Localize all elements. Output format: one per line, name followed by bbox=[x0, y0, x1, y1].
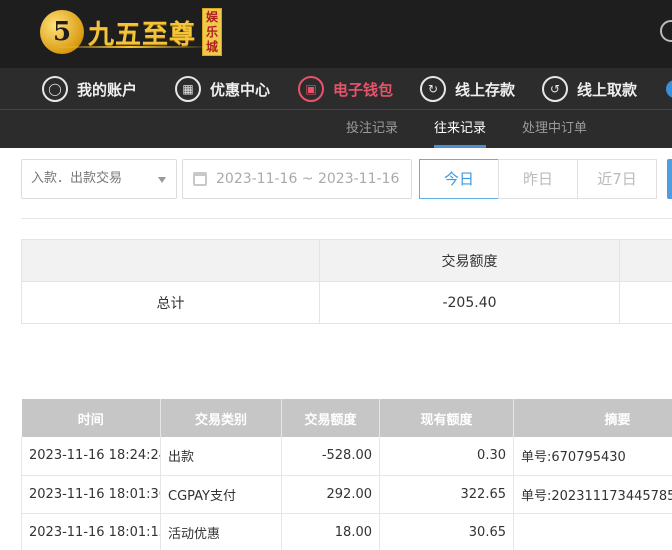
summary-total-extra bbox=[619, 281, 672, 324]
nav-item-label: 电子钱包 bbox=[333, 80, 394, 99]
nav-item-label: 线上取款 bbox=[577, 80, 638, 99]
summary-total-value: -205.40 bbox=[319, 281, 620, 324]
records-table: 时间 交易类别 交易额度 现有额度 摘要 2023-11-16 18:24:24… bbox=[21, 399, 672, 550]
gift-icon: ▦ bbox=[175, 76, 201, 102]
column-header-amount: 交易额度 bbox=[281, 399, 380, 437]
nav-item-my-account[interactable]: ◯ 我的账户 bbox=[42, 75, 137, 103]
range-7days-button[interactable]: 近7日 bbox=[577, 159, 657, 199]
active-tab-indicator bbox=[434, 145, 487, 148]
range-today-button[interactable]: 今日 bbox=[419, 159, 499, 199]
nav-item-online-deposit[interactable]: ↻ 线上存款 bbox=[420, 75, 515, 103]
nav-item-e-wallet[interactable]: ▣ 电子钱包 bbox=[298, 75, 393, 103]
nav-item-label: 优惠中心 bbox=[210, 80, 271, 99]
table-row: 2023-11-16 18:01:15 活动优惠 18.00 30.65 bbox=[21, 513, 672, 550]
nav-item-promotions[interactable]: ▦ 优惠中心 bbox=[175, 75, 270, 103]
cell-amount: -528.00 bbox=[281, 437, 380, 476]
cell-amount: 18.00 bbox=[281, 513, 380, 550]
search-button[interactable] bbox=[667, 159, 672, 199]
cell-note bbox=[513, 513, 672, 550]
logo-badge: 娱乐城 bbox=[202, 8, 223, 56]
site-logo[interactable]: 5 九五至尊 娱乐城 bbox=[40, 8, 223, 56]
calendar-icon bbox=[193, 172, 207, 186]
column-header-type: 交易类别 bbox=[160, 399, 282, 437]
summary-total-label: 总计 bbox=[21, 281, 320, 324]
cell-type: CGPAY支付 bbox=[160, 475, 282, 514]
main-nav: ◯ 我的账户 ▦ 优惠中心 ▣ 电子钱包 ↻ 线上存款 ↺ 线上取款 bbox=[0, 68, 672, 110]
cell-note: 单号:2023111734457858 bbox=[513, 475, 672, 514]
column-header-time: 时间 bbox=[21, 399, 161, 437]
date-range-value: 2023-11-16 ~ 2023-11-16 bbox=[216, 171, 400, 187]
summary-header-amount: 交易额度 bbox=[319, 239, 620, 282]
wallet-icon: ▣ bbox=[298, 76, 324, 102]
summary-total-row: 总计 -205.40 bbox=[21, 281, 672, 324]
column-header-note: 摘要 bbox=[513, 399, 672, 437]
nav-item-label: 我的账户 bbox=[77, 80, 138, 99]
cell-balance: 0.30 bbox=[379, 437, 514, 476]
date-range-picker[interactable]: 2023-11-16 ~ 2023-11-16 bbox=[182, 159, 412, 199]
cell-time: 2023-11-16 18:24:24 bbox=[21, 437, 161, 476]
summary-table: 交易额度 总计 -205.40 bbox=[21, 239, 672, 324]
tab-bet-records[interactable]: 投注记录 bbox=[346, 110, 398, 148]
deposit-icon: ↻ bbox=[420, 76, 446, 102]
select-value: 入款．出款交易 bbox=[31, 171, 123, 186]
page-root: 5 九五至尊 娱乐城 ◯ 我的账户 ▦ 优惠中心 ▣ 电子钱包 ↻ 线上存款 ↺… bbox=[0, 0, 672, 550]
user-icon: ◯ bbox=[42, 76, 68, 102]
cell-time: 2023-11-16 18:01:15 bbox=[21, 513, 161, 550]
summary-header-row: 交易额度 bbox=[21, 239, 672, 282]
tab-pending-orders[interactable]: 处理中订单 bbox=[522, 110, 587, 148]
cell-balance: 322.65 bbox=[379, 475, 514, 514]
table-row: 2023-11-16 18:01:36 CGPAY支付 292.00 322.6… bbox=[21, 475, 672, 514]
cell-type: 出款 bbox=[160, 437, 282, 476]
table-row: 2023-11-16 18:24:24 出款 -528.00 0.30 单号:6… bbox=[21, 437, 672, 476]
nav-item-label: 线上存款 bbox=[455, 80, 516, 99]
logo-text: 九五至尊 bbox=[88, 19, 197, 50]
tab-transaction-records[interactable]: 往来记录 bbox=[434, 110, 487, 148]
cell-balance: 30.65 bbox=[379, 513, 514, 550]
tab-label: 往来记录 bbox=[434, 121, 487, 136]
cell-time: 2023-11-16 18:01:36 bbox=[21, 475, 161, 514]
top-header: 5 九五至尊 娱乐城 bbox=[0, 0, 672, 68]
sub-nav: 投注记录 往来记录 处理中订单 bbox=[0, 110, 672, 148]
column-header-balance: 现有额度 bbox=[379, 399, 514, 437]
chevron-down-icon bbox=[158, 177, 166, 183]
transaction-type-select[interactable]: 入款．出款交易 bbox=[21, 159, 177, 199]
cell-amount: 292.00 bbox=[281, 475, 380, 514]
cell-note: 单号:670795430 bbox=[513, 437, 672, 476]
range-yesterday-button[interactable]: 昨日 bbox=[498, 159, 578, 199]
filter-divider bbox=[21, 218, 672, 219]
more-nav-icon[interactable] bbox=[666, 80, 672, 98]
records-header-row: 时间 交易类别 交易额度 现有额度 摘要 bbox=[21, 399, 672, 437]
summary-header-extra bbox=[619, 239, 672, 282]
withdraw-icon: ↺ bbox=[542, 76, 568, 102]
nav-item-online-withdraw[interactable]: ↺ 线上取款 bbox=[542, 75, 637, 103]
summary-header-empty bbox=[21, 239, 320, 282]
logo-underline bbox=[50, 46, 210, 48]
account-avatar-icon[interactable] bbox=[660, 20, 672, 42]
cell-type: 活动优惠 bbox=[160, 513, 282, 550]
